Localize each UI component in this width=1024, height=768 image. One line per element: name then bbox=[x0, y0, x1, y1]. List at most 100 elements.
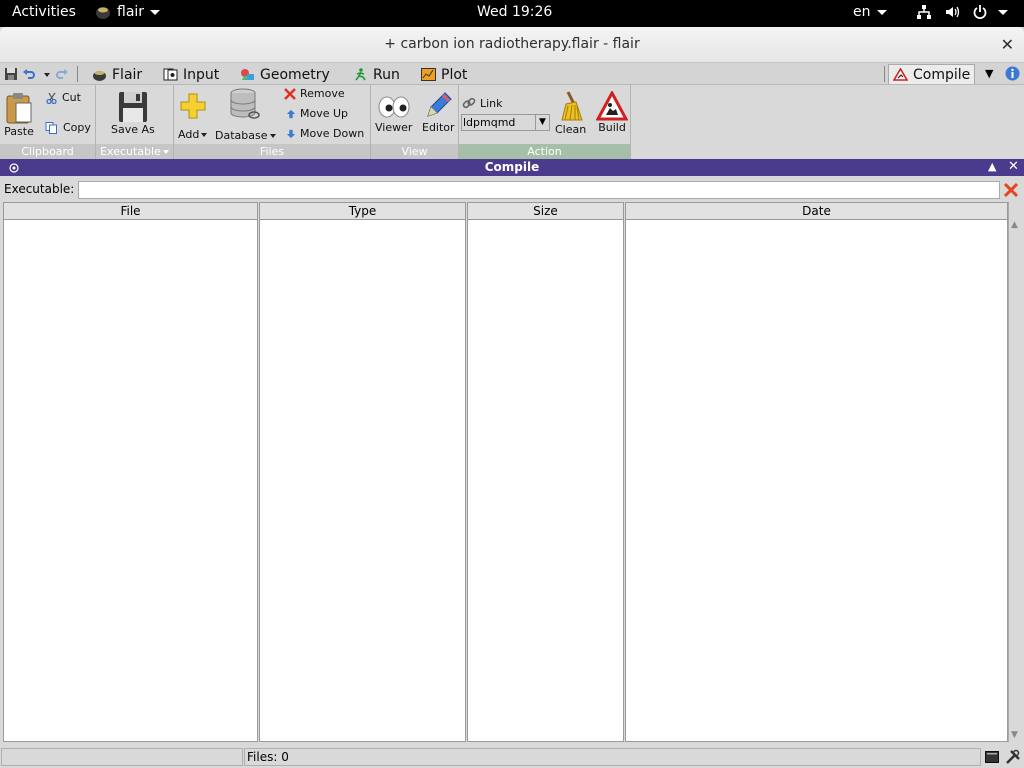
move-up-label: Move Up bbox=[300, 107, 349, 120]
remove-button[interactable]: Remove bbox=[284, 87, 345, 100]
viewer-label: Viewer bbox=[375, 121, 413, 134]
cut-label: Cut bbox=[62, 91, 81, 104]
save-as-label: Save As bbox=[111, 123, 155, 136]
chevron-down-icon bbox=[201, 132, 208, 137]
files-group: Add Database Remove Move Up Move Down Fi… bbox=[174, 85, 371, 159]
date-column-header[interactable]: Date bbox=[626, 203, 1007, 220]
chevron-down-icon bbox=[998, 9, 1008, 15]
chevron-down-icon bbox=[150, 9, 161, 15]
flair-pot-icon bbox=[93, 71, 106, 81]
window-close-button[interactable]: ✕ bbox=[1001, 35, 1014, 54]
volume-icon bbox=[946, 6, 960, 18]
size-column: Size bbox=[467, 202, 624, 742]
database-label: Database bbox=[215, 129, 268, 142]
tab-input[interactable]: Input bbox=[163, 65, 219, 84]
panel-maximize-button[interactable]: ▲ bbox=[988, 160, 996, 173]
tab-plot[interactable]: Plot bbox=[421, 65, 467, 84]
main-tab-strip: Flair Input Geometry Run Plot Compile ▼ bbox=[0, 63, 1024, 85]
tab-run[interactable]: Run bbox=[353, 65, 400, 84]
undo-history-dropdown[interactable] bbox=[44, 73, 50, 77]
scissors-icon bbox=[46, 92, 57, 104]
clock[interactable]: Wed 19:26 bbox=[477, 4, 552, 20]
paste-button[interactable]: Paste bbox=[4, 91, 34, 138]
clean-button[interactable]: Clean bbox=[555, 91, 586, 136]
cut-button[interactable]: Cut bbox=[46, 91, 81, 104]
floppy-disk-icon bbox=[118, 92, 147, 122]
toolbar-separator bbox=[884, 66, 885, 82]
copy-label: Copy bbox=[63, 121, 91, 134]
save-as-button[interactable]: Save As bbox=[111, 91, 155, 136]
executable-label: Executable: bbox=[4, 182, 75, 196]
table-vertical-scrollbar[interactable]: ▲ ▼ bbox=[1008, 202, 1022, 742]
copy-button[interactable]: Copy bbox=[44, 121, 91, 134]
clean-label: Clean bbox=[555, 123, 587, 136]
tab-compile[interactable]: Compile bbox=[888, 64, 976, 84]
size-column-header[interactable]: Size bbox=[468, 203, 623, 220]
executable-row: Executable: bbox=[0, 178, 1024, 202]
undo-icon[interactable] bbox=[22, 67, 36, 81]
paste-label: Paste bbox=[4, 125, 34, 138]
scroll-down-arrow-icon[interactable]: ▼ bbox=[1011, 730, 1018, 740]
tools-icon[interactable] bbox=[1005, 749, 1021, 765]
view-group: Viewer Editor View bbox=[371, 85, 459, 159]
tab-geometry[interactable]: Geometry bbox=[240, 65, 330, 84]
tab-list-dropdown[interactable]: ▼ bbox=[985, 67, 993, 80]
power-icon bbox=[973, 5, 987, 19]
broom-icon bbox=[560, 91, 583, 121]
system-status-menu[interactable] bbox=[916, 4, 1008, 20]
compile-panel-header: Compile ▲ ✕ bbox=[0, 159, 1024, 176]
redo-icon[interactable] bbox=[55, 67, 69, 81]
build-button[interactable]: Build bbox=[596, 91, 628, 134]
executable-group: Save As Executable bbox=[96, 85, 174, 159]
tab-flair-label: Flair bbox=[112, 66, 143, 83]
playing-cards-icon bbox=[163, 68, 178, 81]
app-menu[interactable]: flair bbox=[95, 4, 161, 20]
file-column-header[interactable]: File bbox=[4, 203, 257, 220]
tab-flair[interactable]: Flair bbox=[92, 65, 142, 84]
chevron-down-icon[interactable]: ▼ bbox=[535, 115, 549, 130]
editor-label: Editor bbox=[422, 121, 455, 134]
executable-group-label: Executable bbox=[100, 145, 161, 158]
remove-label: Remove bbox=[300, 87, 345, 100]
scroll-up-arrow-icon[interactable]: ▲ bbox=[1011, 220, 1018, 230]
action-group: Link ldpmqmd ▼ Clean Build Action bbox=[459, 85, 631, 159]
clear-executable-icon[interactable] bbox=[1003, 182, 1019, 198]
build-warning-icon bbox=[596, 91, 628, 121]
network-icon bbox=[917, 5, 931, 19]
viewer-button[interactable]: Viewer bbox=[375, 93, 412, 134]
type-column: Type bbox=[259, 202, 466, 742]
link-combobox[interactable]: ldpmqmd ▼ bbox=[461, 114, 550, 131]
clock-label: Wed 19:26 bbox=[477, 4, 553, 20]
move-down-button[interactable]: Move Down bbox=[286, 127, 364, 140]
database-icon bbox=[230, 88, 260, 119]
activities-button[interactable]: Activities bbox=[12, 4, 76, 20]
status-message bbox=[1, 748, 243, 766]
clipboard-group: Paste Cut Copy Clipboard bbox=[0, 85, 96, 159]
editor-button[interactable]: Editor bbox=[422, 91, 455, 134]
tab-geometry-label: Geometry bbox=[260, 66, 330, 83]
viewer-eyes-icon bbox=[378, 96, 410, 118]
panel-close-button[interactable]: ✕ bbox=[1008, 159, 1019, 174]
database-button[interactable]: Database bbox=[215, 88, 276, 142]
view-group-label: View bbox=[371, 144, 458, 159]
type-column-header[interactable]: Type bbox=[260, 203, 465, 220]
link-button[interactable]: Link bbox=[462, 96, 503, 110]
activities-label: Activities bbox=[12, 4, 76, 20]
toolbar-separator bbox=[77, 66, 78, 82]
move-up-button[interactable]: Move Up bbox=[286, 107, 348, 120]
remove-x-icon bbox=[284, 87, 296, 100]
pencil-icon bbox=[427, 92, 452, 117]
status-bar: Files: 0 bbox=[0, 745, 1024, 768]
terminal-icon[interactable] bbox=[985, 750, 999, 764]
info-icon[interactable] bbox=[1005, 66, 1020, 81]
paste-icon bbox=[6, 93, 32, 124]
chevron-down-icon bbox=[269, 133, 276, 138]
language-menu[interactable]: en bbox=[853, 4, 887, 20]
save-icon[interactable] bbox=[4, 67, 18, 81]
add-plus-icon bbox=[180, 93, 206, 119]
executable-group-menu[interactable]: Executable bbox=[96, 144, 173, 159]
add-button[interactable]: Add bbox=[178, 91, 208, 141]
arrow-up-icon bbox=[286, 109, 296, 118]
executable-input[interactable] bbox=[78, 181, 1000, 199]
running-man-icon bbox=[355, 68, 366, 81]
